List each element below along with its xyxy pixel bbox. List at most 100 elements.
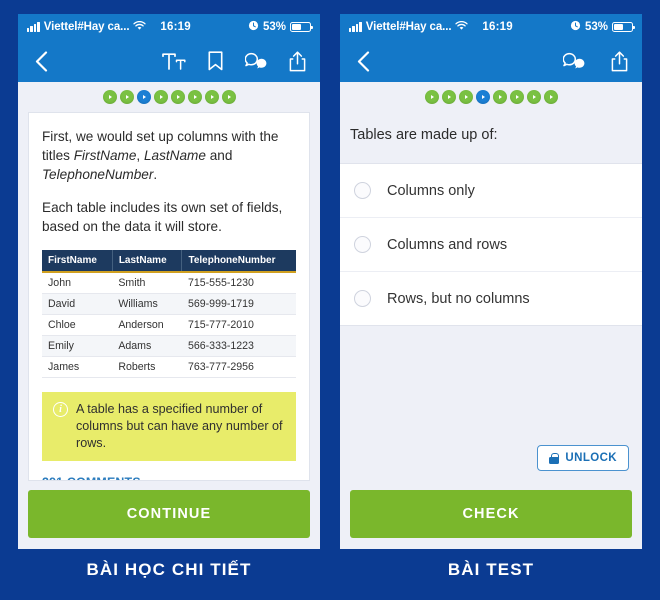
contacts-table: FirstName LastName TelephoneNumber John … bbox=[42, 250, 296, 378]
lesson-paragraph-2: Each table includes its own set of field… bbox=[42, 200, 283, 234]
table-cell: John bbox=[42, 271, 113, 294]
table-cell: Chloe bbox=[42, 314, 113, 336]
progress-dot-4-active[interactable] bbox=[475, 90, 490, 104]
paragraph-1-em-lastname: LastName bbox=[143, 148, 206, 163]
status-bar-right: Viettel#Hay ca... 16:19 53% bbox=[340, 14, 642, 40]
progress-dot-1[interactable] bbox=[102, 90, 117, 104]
screenshot-stage: Viettel#Hay ca... 16:19 53% First, we wo… bbox=[0, 0, 660, 600]
lock-icon bbox=[549, 452, 560, 464]
alarm-clock-icon bbox=[248, 20, 259, 34]
table-row: John Smith 715-555-1230 bbox=[42, 271, 296, 294]
quiz-option-3[interactable]: Rows, but no columns bbox=[340, 272, 642, 325]
table-header-cell: FirstName bbox=[42, 250, 113, 272]
progress-dot-3[interactable] bbox=[458, 90, 473, 104]
unlock-button[interactable]: UNLOCK bbox=[537, 445, 629, 471]
lesson-content: First, we would set up columns with the … bbox=[18, 112, 320, 481]
quiz-option-label: Rows, but no columns bbox=[387, 290, 530, 307]
bookmark-icon[interactable] bbox=[208, 51, 223, 71]
progress-dot-6[interactable] bbox=[509, 90, 524, 104]
comment-bubbles-icon[interactable] bbox=[563, 52, 585, 71]
continue-button[interactable]: CONTINUE bbox=[28, 490, 310, 538]
caption-lesson: BÀI HỌC CHI TIẾT bbox=[86, 560, 252, 579]
quiz-phone-panel: Viettel#Hay ca... 16:19 53% Tables are m… bbox=[340, 14, 642, 549]
cellular-signal-icon bbox=[27, 22, 40, 32]
quiz-cta-wrap: CHECK bbox=[340, 481, 642, 549]
table-cell: 569-999-1719 bbox=[181, 293, 296, 315]
radio-button-icon[interactable] bbox=[354, 182, 371, 199]
wifi-icon bbox=[455, 20, 469, 33]
table-cell: Roberts bbox=[112, 356, 182, 378]
paragraph-1-text-d: . bbox=[153, 167, 158, 182]
table-cell: 566-333-1223 bbox=[181, 335, 296, 357]
progress-dot-3-active[interactable] bbox=[136, 90, 151, 104]
paragraph-1-text-b: , bbox=[136, 148, 144, 163]
table-row: Chloe Anderson 715-777-2010 bbox=[42, 314, 296, 336]
comment-bubbles-icon[interactable] bbox=[245, 52, 267, 71]
wifi-icon bbox=[133, 20, 147, 33]
lesson-cta-wrap: CONTINUE bbox=[18, 481, 320, 549]
lesson-progress-dots bbox=[18, 82, 320, 112]
share-icon[interactable] bbox=[611, 50, 628, 72]
progress-dot-8[interactable] bbox=[543, 90, 558, 104]
table-cell: Smith bbox=[112, 271, 182, 294]
progress-dot-4[interactable] bbox=[153, 90, 168, 104]
clock-label: 16:19 bbox=[160, 21, 191, 33]
table-header-row: FirstName LastName TelephoneNumber bbox=[42, 250, 296, 272]
table-row: David Williams 569-999-1719 bbox=[42, 293, 296, 315]
quiz-option-1[interactable]: Columns only bbox=[340, 164, 642, 218]
unlock-button-label: UNLOCK bbox=[565, 452, 617, 464]
progress-dot-1[interactable] bbox=[424, 90, 439, 104]
battery-percent-label: 53% bbox=[262, 21, 286, 33]
lesson-nav-bar bbox=[18, 40, 320, 82]
quiz-option-label: Columns and rows bbox=[387, 236, 508, 253]
info-callout-text: A table has a specified number of column… bbox=[76, 402, 283, 450]
progress-dot-6[interactable] bbox=[187, 90, 202, 104]
back-chevron-icon[interactable] bbox=[32, 50, 50, 72]
lesson-card: First, we would set up columns with the … bbox=[28, 112, 310, 481]
table-cell: Anderson bbox=[112, 314, 182, 336]
progress-dot-7[interactable] bbox=[526, 90, 541, 104]
quiz-option-2[interactable]: Columns and rows bbox=[340, 218, 642, 272]
table-cell: Emily bbox=[42, 335, 113, 357]
alarm-clock-icon bbox=[570, 20, 581, 34]
battery-percent-label: 53% bbox=[584, 21, 608, 33]
check-button[interactable]: CHECK bbox=[350, 490, 632, 538]
progress-dot-2[interactable] bbox=[441, 90, 456, 104]
table-header-cell: LastName bbox=[112, 250, 183, 272]
table-cell: 715-777-2010 bbox=[181, 314, 296, 336]
paragraph-1-em-firstname: FirstName bbox=[73, 148, 137, 163]
unlock-row: UNLOCK bbox=[340, 439, 642, 481]
share-icon[interactable] bbox=[289, 50, 306, 72]
table-cell: 763-777-2956 bbox=[181, 356, 296, 378]
table-cell: Adams bbox=[112, 335, 182, 357]
back-chevron-icon[interactable] bbox=[354, 50, 372, 72]
text-size-icon[interactable] bbox=[162, 52, 186, 70]
quiz-options-list: Columns only Columns and rows Rows, but … bbox=[340, 163, 642, 326]
table-cell: James bbox=[42, 356, 113, 378]
progress-dot-8[interactable] bbox=[221, 90, 236, 104]
cellular-signal-icon bbox=[349, 22, 362, 32]
progress-dot-5[interactable] bbox=[170, 90, 185, 104]
progress-dot-2[interactable] bbox=[119, 90, 134, 104]
radio-button-icon[interactable] bbox=[354, 236, 371, 253]
radio-button-icon[interactable] bbox=[354, 290, 371, 307]
carrier-label: Viettel#Hay ca... bbox=[43, 21, 130, 33]
quiz-nav-bar bbox=[340, 40, 642, 82]
carrier-label: Viettel#Hay ca... bbox=[365, 21, 452, 33]
table-cell: 715-555-1230 bbox=[181, 271, 296, 294]
table-cell: Williams bbox=[112, 293, 182, 315]
caption-quiz: BÀI TEST bbox=[447, 560, 535, 579]
lesson-phone-panel: Viettel#Hay ca... 16:19 53% First, we wo… bbox=[18, 14, 320, 549]
paragraph-1-text-c: and bbox=[205, 148, 233, 163]
lesson-paragraph-1: First, we would set up columns with the … bbox=[42, 127, 296, 184]
table-row: James Roberts 763-777-2956 bbox=[42, 356, 296, 378]
info-callout: i A table has a specified number of colu… bbox=[42, 392, 296, 461]
table-row: Emily Adams 566-333-1223 bbox=[42, 335, 296, 357]
quiz-question: Tables are made up of: bbox=[350, 127, 498, 143]
info-icon: i bbox=[53, 402, 68, 417]
status-bar-left: Viettel#Hay ca... 16:19 53% bbox=[18, 14, 320, 40]
table-cell: David bbox=[42, 293, 113, 315]
progress-dot-5[interactable] bbox=[492, 90, 507, 104]
table-header-cell: TelephoneNumber bbox=[181, 250, 296, 272]
progress-dot-7[interactable] bbox=[204, 90, 219, 104]
